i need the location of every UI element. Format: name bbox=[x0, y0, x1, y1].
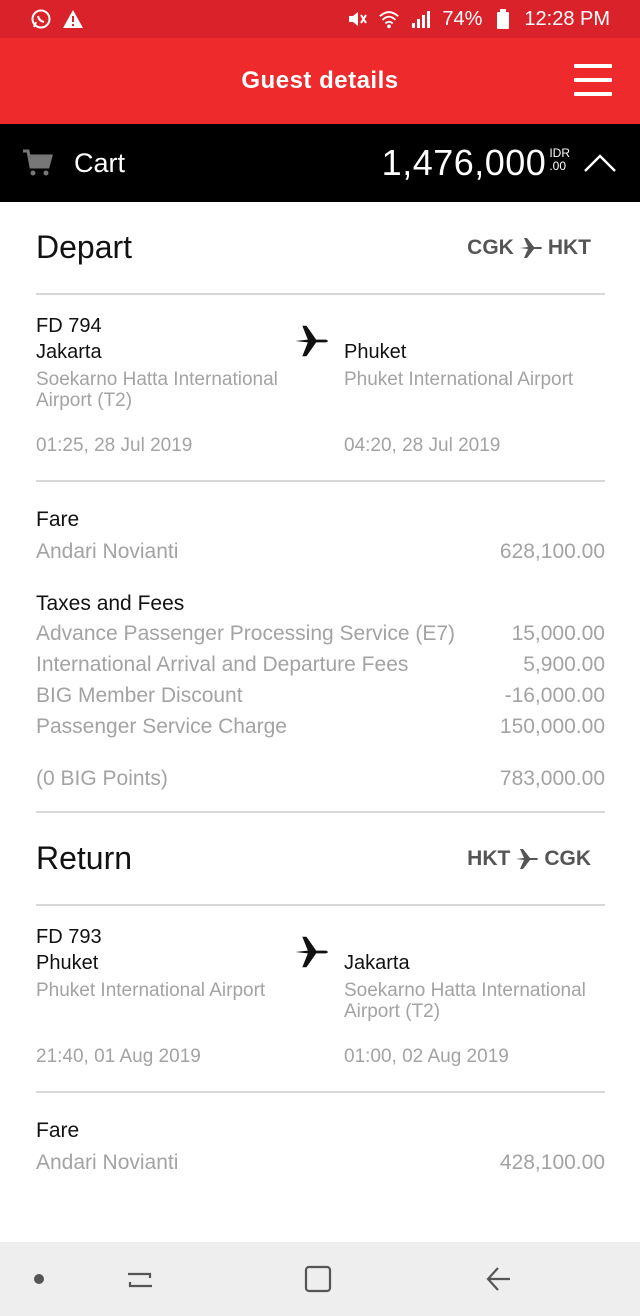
return-from-time: 21:40, 01 Aug 2019 bbox=[36, 1046, 201, 1067]
depart-to-city: Phuket bbox=[344, 341, 407, 363]
return-fare-block: Fare Andari Novianti 428,100.00 bbox=[36, 1093, 605, 1175]
signal-icon bbox=[410, 8, 432, 30]
chevron-up-icon[interactable] bbox=[582, 152, 618, 174]
battery-icon bbox=[492, 8, 514, 30]
return-from-airport: Phuket International Airport bbox=[36, 980, 266, 1001]
tax-label: International Arrival and Departure Fees bbox=[36, 653, 409, 676]
tax-label: BIG Member Discount bbox=[36, 684, 243, 707]
shopping-cart-icon bbox=[23, 149, 53, 176]
booking-summary: Depart CGK HKT FD 794 Jakarta Soekarno H… bbox=[36, 202, 605, 1175]
wifi-icon bbox=[378, 8, 400, 30]
tax-amount: -16,000.00 bbox=[504, 684, 605, 707]
depart-route: CGK HKT bbox=[467, 235, 591, 261]
depart-flight: FD 794 Jakarta Soekarno Hatta Internatio… bbox=[36, 295, 605, 482]
system-nav-bar bbox=[0, 1242, 640, 1316]
return-flight-number: FD 793 bbox=[36, 926, 102, 948]
page-title: Guest details bbox=[241, 67, 399, 94]
whatsapp-icon bbox=[30, 8, 52, 30]
return-title: Return bbox=[36, 840, 133, 876]
tax-amount: 5,900.00 bbox=[523, 653, 605, 676]
return-route-to: CGK bbox=[544, 846, 591, 870]
depart-title: Depart bbox=[36, 229, 133, 265]
return-fare-amount: 428,100.00 bbox=[499, 1151, 605, 1174]
cart-label: Cart bbox=[74, 147, 126, 178]
depart-flight-number: FD 794 bbox=[36, 315, 102, 337]
depart-total-amount: 783,000.00 bbox=[499, 767, 605, 790]
status-left bbox=[30, 8, 84, 30]
status-bar: 74% 12:28 PM bbox=[0, 0, 640, 38]
airplane-icon bbox=[519, 237, 542, 258]
home-icon[interactable] bbox=[303, 1264, 333, 1294]
return-route: HKT CGK bbox=[467, 846, 591, 872]
tax-amount: 15,000.00 bbox=[511, 622, 605, 645]
big-points-label: (0 BIG Points) bbox=[36, 767, 168, 790]
airplane-icon bbox=[295, 325, 328, 357]
tax-label: Advance Passenger Processing Service (E7… bbox=[36, 622, 456, 645]
app-bar: Guest details bbox=[0, 38, 640, 124]
hamburger-menu-icon[interactable] bbox=[574, 64, 612, 96]
status-time: 12:28 PM bbox=[524, 7, 610, 30]
depart-fare-block: Fare Andari Novianti 628,100.00 Taxes an… bbox=[36, 482, 605, 813]
cart-total-amount: 1,476,000 bbox=[381, 142, 547, 183]
return-from-city: Phuket bbox=[36, 952, 99, 974]
back-icon[interactable] bbox=[482, 1264, 514, 1294]
cart-currency: IDR .00 bbox=[549, 147, 570, 173]
airplane-icon bbox=[295, 936, 328, 968]
depart-to-time: 04:20, 28 Jul 2019 bbox=[344, 435, 501, 456]
depart-route-to: HKT bbox=[547, 235, 591, 259]
return-flight: FD 793 Phuket Phuket International Airpo… bbox=[36, 906, 605, 1093]
airplane-icon bbox=[516, 848, 539, 869]
depart-to-airport: Phuket International Airport bbox=[344, 369, 574, 390]
depart-taxes-label: Taxes and Fees bbox=[36, 592, 185, 615]
depart-total-row: (0 BIG Points) 783,000.00 bbox=[36, 767, 605, 791]
tax-row: Advance Passenger Processing Service (E7… bbox=[36, 622, 605, 646]
return-fare-label: Fare bbox=[36, 1119, 80, 1142]
return-route-from: HKT bbox=[467, 846, 511, 870]
depart-from-airport: Soekarno Hatta International Airport (T2… bbox=[36, 369, 278, 411]
cart-decimals: .00 bbox=[549, 159, 567, 173]
return-to-time: 01:00, 02 Aug 2019 bbox=[344, 1046, 509, 1067]
return-header: Return HKT CGK bbox=[36, 813, 605, 906]
recent-apps-icon[interactable] bbox=[124, 1266, 156, 1294]
return-fare-row: Andari Novianti 428,100.00 bbox=[36, 1151, 605, 1175]
return-to-city: Jakarta bbox=[344, 952, 410, 974]
depart-from-city: Jakarta bbox=[36, 341, 102, 363]
mute-icon bbox=[346, 8, 368, 30]
tax-row: BIG Member Discount -16,000.00 bbox=[36, 684, 605, 708]
warning-icon bbox=[62, 8, 84, 30]
depart-fare-row: Andari Novianti 628,100.00 bbox=[36, 540, 605, 564]
depart-passenger-name: Andari Novianti bbox=[36, 540, 179, 563]
tax-row: Passenger Service Charge 150,000.00 bbox=[36, 715, 605, 739]
tax-label: Passenger Service Charge bbox=[36, 715, 287, 738]
depart-route-from: CGK bbox=[467, 235, 514, 259]
battery-percent: 74% bbox=[442, 7, 483, 30]
tax-row: International Arrival and Departure Fees… bbox=[36, 653, 605, 677]
tax-amount: 150,000.00 bbox=[499, 715, 605, 738]
depart-from-time: 01:25, 28 Jul 2019 bbox=[36, 435, 193, 456]
status-right: 74% 12:28 PM bbox=[346, 8, 610, 31]
dot-icon bbox=[34, 1274, 44, 1284]
cart-bar[interactable]: Cart 1,476,000 IDR .00 bbox=[0, 124, 640, 202]
return-to-airport: Soekarno Hatta International Airport (T2… bbox=[344, 980, 586, 1022]
depart-fare-amount: 628,100.00 bbox=[499, 540, 605, 563]
depart-fare-label: Fare bbox=[36, 508, 80, 531]
depart-header: Depart CGK HKT bbox=[36, 202, 605, 295]
return-passenger-name: Andari Novianti bbox=[36, 1151, 179, 1174]
